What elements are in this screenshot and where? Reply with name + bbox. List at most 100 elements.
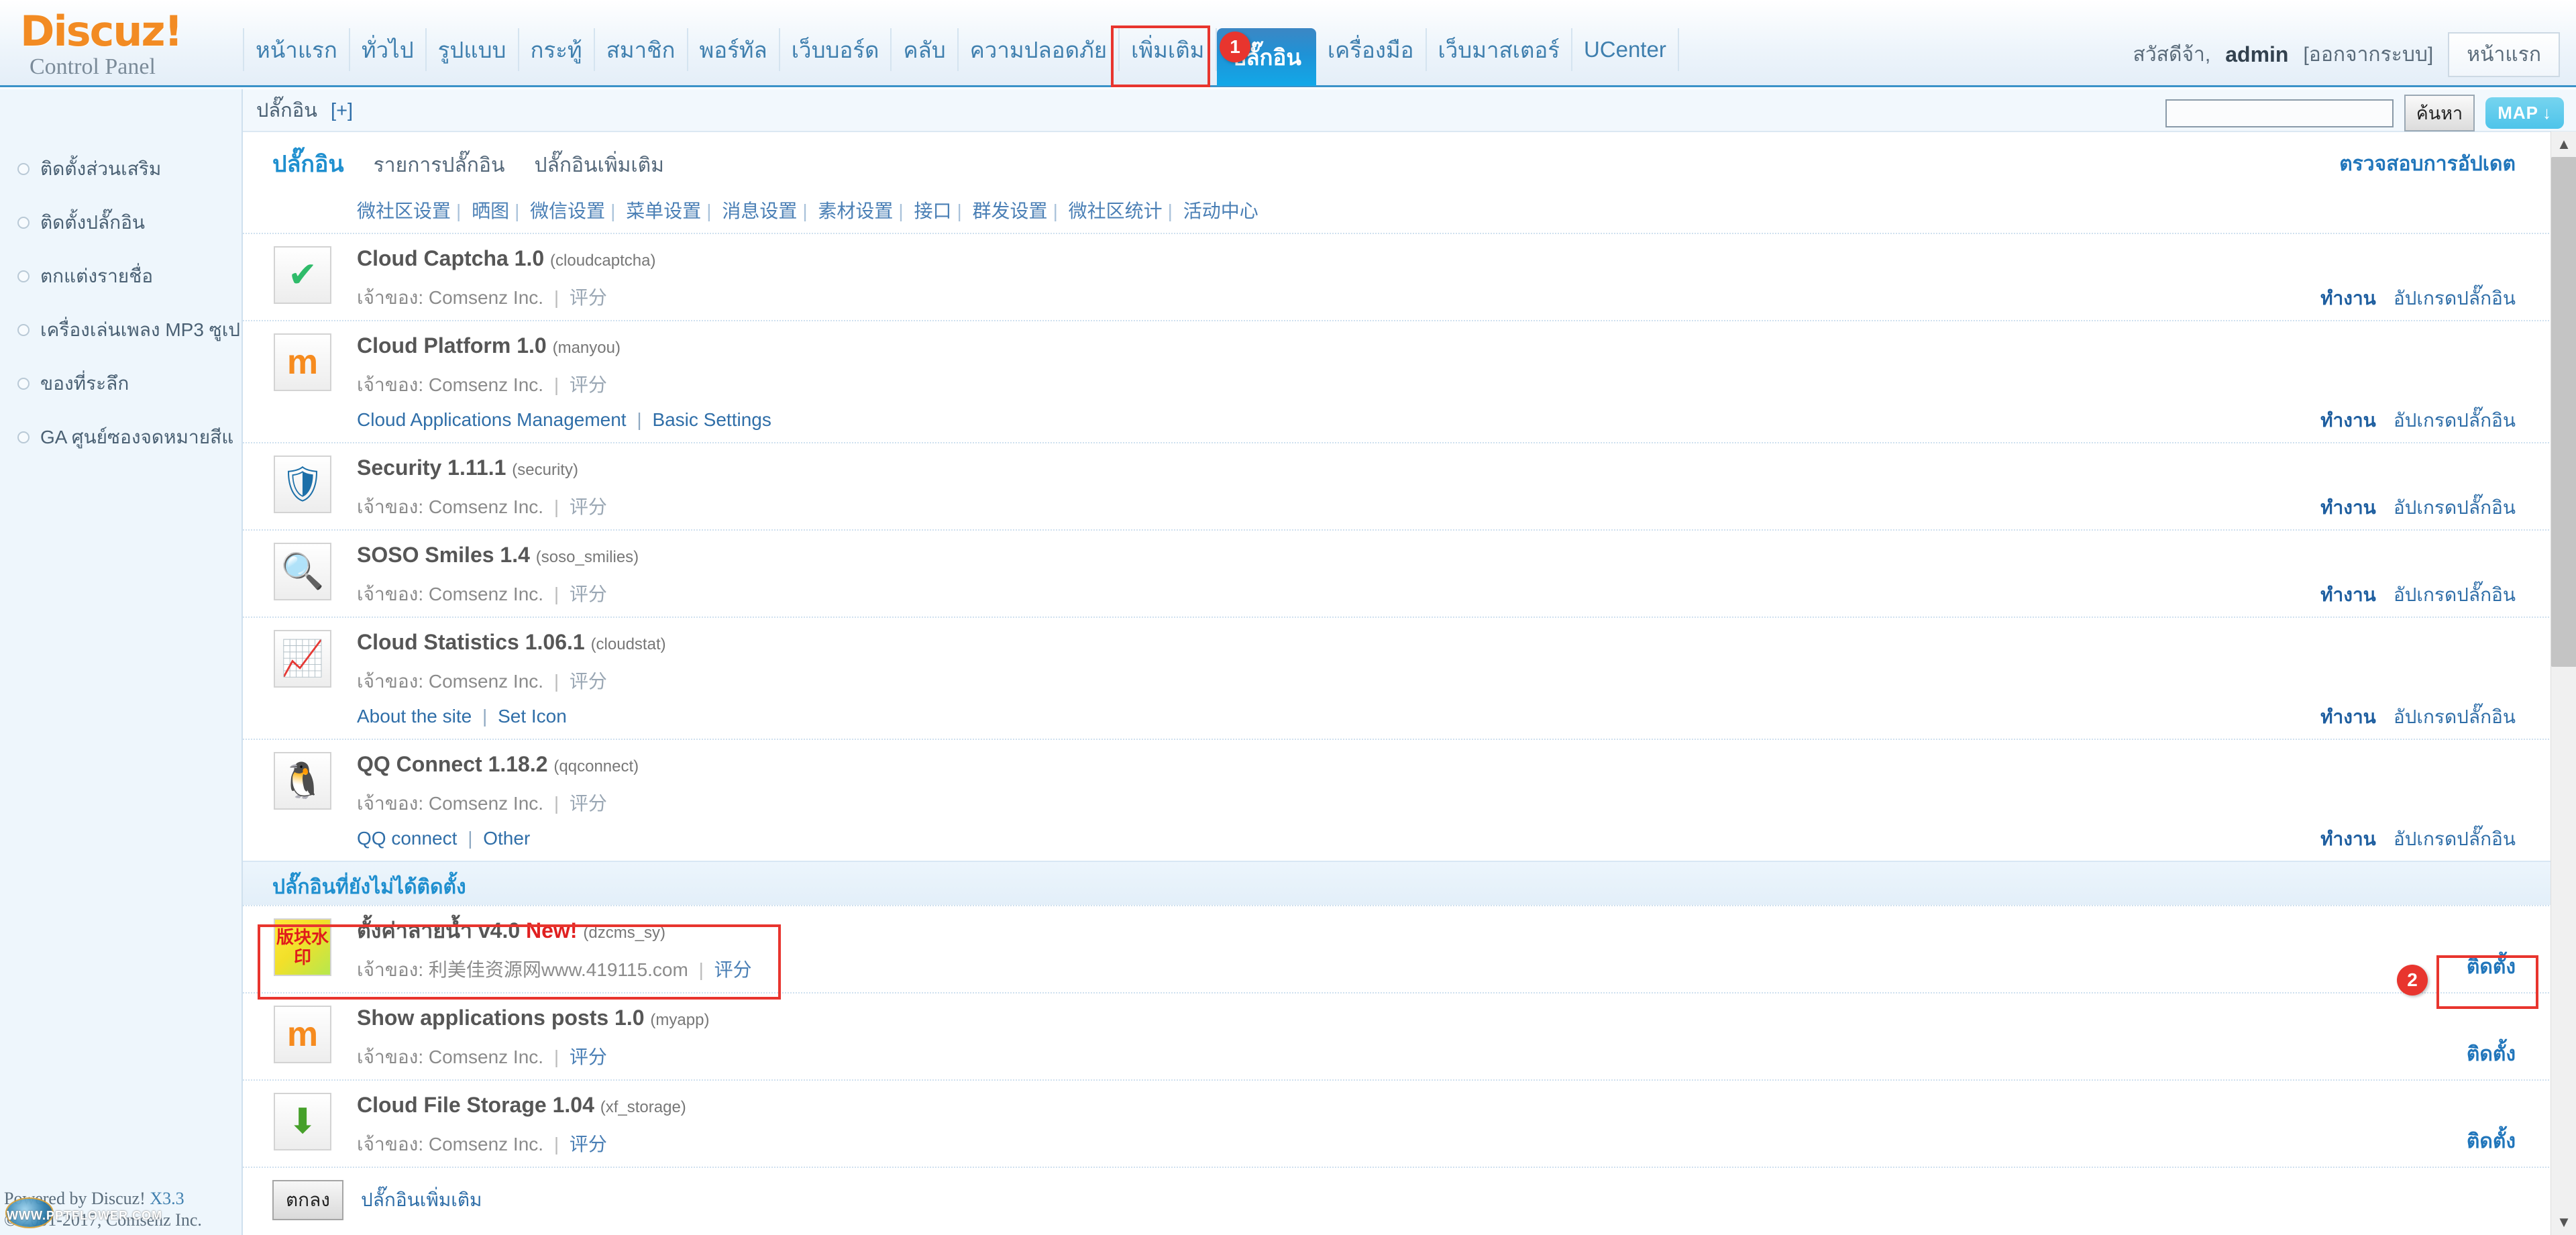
nav-item-forum[interactable]: เว็บบอร์ด [780, 28, 892, 71]
main-content: ปลั๊กอิน รายการปลั๊กอิน ปลั๊กอินเพิ่มเติ… [243, 133, 2563, 1235]
sublink-interface[interactable]: 接口 [914, 201, 951, 221]
check-update-link[interactable]: ตรวจสอบการอัปเดต [2339, 148, 2516, 180]
owner-label: เจ้าของ: [357, 374, 424, 395]
plugin-title: Show applications posts 1.0 (myapp) [357, 1003, 2563, 1035]
rate-link[interactable]: 评分 [570, 584, 607, 604]
nav-item-portal[interactable]: พอร์ทัล [688, 28, 780, 71]
radio-bullet-icon [17, 431, 30, 443]
sidebar-item-install-plugin[interactable]: ติดตั้งปลั๊กอิน [0, 206, 241, 239]
sidebar-item-mp3-player[interactable]: เครื่องเล่นเพลง MP3 ซูเป [0, 313, 241, 347]
scrollbar-thumb[interactable] [2551, 157, 2576, 667]
search-button[interactable]: ค้นหา [2404, 95, 2475, 131]
install-button[interactable]: ติดตั้ง [2467, 1038, 2516, 1070]
plugin-row: ✔ Cloud Captcha 1.0 (cloudcaptcha) เจ้าข… [243, 233, 2563, 320]
plugin-meta: เจ้าของ: Comsenz Inc. | 评分 [357, 584, 607, 604]
plugin-link-about-the-site[interactable]: About the site [357, 706, 472, 727]
annotation-step-badge-2: 2 [2397, 965, 2428, 996]
admin-control-panel-page: Discuz! Control Panel หน้าแรก ทั่วไป รูป… [0, 0, 2576, 1235]
plugin-link-other[interactable]: Other [483, 828, 530, 849]
upgrade-link[interactable]: อัปเกรดปลั๊กอิน [2394, 493, 2516, 523]
upgrade-link[interactable]: อัปเกรดปลั๊กอิน [2394, 824, 2516, 854]
scroll-down-arrow-icon[interactable]: ▼ [2551, 1210, 2576, 1235]
vertical-scrollbar[interactable]: ▲ ▼ [2551, 131, 2576, 1235]
nav-item-home[interactable]: หน้าแรก [243, 28, 350, 71]
install-button[interactable]: ติดตั้ง [2467, 1126, 2516, 1157]
nav-item-style[interactable]: รูปแบบ [427, 28, 519, 71]
search-input[interactable] [2165, 99, 2394, 127]
tab-more-plugins[interactable]: ปลั๊กอินเพิ่มเติม [534, 150, 663, 181]
plugin-row: 🔍 SOSO Smiles 1.4 (soso_smilies) เจ้าของ… [243, 529, 2563, 616]
plugin-link-qq-connect[interactable]: QQ connect [357, 828, 457, 849]
plugin-actions: ทำงาน อัปเกรดปลั๊กอิน [2320, 284, 2516, 313]
ok-button[interactable]: ตกลง [272, 1180, 343, 1220]
enable-link[interactable]: ทำงาน [2320, 580, 2376, 610]
sidebar-item-souvenir[interactable]: ของที่ระลึก [0, 367, 241, 400]
sublink-activity-center[interactable]: 活动中心 [1183, 201, 1258, 221]
enable-link[interactable]: ทำงาน [2320, 406, 2376, 435]
breadcrumb-expand-link[interactable]: [+] [331, 100, 353, 121]
nav-item-members[interactable]: สมาชิก [595, 28, 688, 71]
nav-item-group[interactable]: คลับ [892, 28, 959, 71]
sublink-weixin-settings[interactable]: 微信设置 [530, 201, 605, 221]
rate-link[interactable]: 评分 [570, 793, 607, 814]
plugin-identifier: (cloudcaptcha) [550, 252, 656, 270]
bottom-action-bar: ตกลง ปลั๊กอินเพิ่มเติม [243, 1167, 2563, 1232]
nav-label: เครื่องมือ [1327, 37, 1414, 62]
discuz-logo[interactable]: Discuz! Control Panel [20, 9, 241, 85]
enable-link[interactable]: ทำงาน [2320, 493, 2376, 523]
upgrade-link[interactable]: อัปเกรดปลั๊กอิน [2394, 702, 2516, 732]
nav-item-general[interactable]: ทั่วไป [350, 28, 427, 71]
upgrade-link[interactable]: อัปเกรดปลั๊กอิน [2394, 580, 2516, 610]
sidebar-item-install-addon[interactable]: ติดตั้งส่วนเสริม [0, 152, 241, 186]
sublink-weishequ-stats[interactable]: 微社区统计 [1069, 201, 1163, 221]
install-button[interactable]: ติดตั้ง [2467, 951, 2516, 983]
breadcrumb-current: ปลั๊กอิน [256, 100, 317, 121]
logout-link[interactable]: [ออกจากระบบ] [2303, 39, 2433, 70]
sublink-mass-send-settings[interactable]: 群发设置 [973, 201, 1048, 221]
sublink-material-settings[interactable]: 素材设置 [818, 201, 893, 221]
plugin-identifier: (myapp) [650, 1011, 710, 1029]
nav-label: กระทู้ [530, 37, 582, 62]
sublink-message-settings[interactable]: 消息设置 [722, 201, 797, 221]
nav-item-threads[interactable]: กระทู้ [519, 28, 595, 71]
more-plugins-link[interactable]: ปลั๊กอินเพิ่มเติม [361, 1185, 482, 1215]
rate-link[interactable]: 评分 [570, 671, 607, 692]
rate-link[interactable]: 评分 [714, 959, 752, 980]
plugin-new-tag: New! [526, 918, 578, 943]
rate-link[interactable]: 评分 [570, 1046, 607, 1067]
nav-label: ความปลอดภัย [969, 37, 1108, 62]
tab-plugin-list[interactable]: รายการปลั๊กอิน [374, 150, 505, 181]
nav-item-security[interactable]: ความปลอดภัย [959, 28, 1120, 71]
plugin-link-basic-settings[interactable]: Basic Settings [652, 409, 771, 430]
nav-item-tools[interactable]: เครื่องมือ [1316, 28, 1427, 71]
plugin-row: m Cloud Platform 1.0 (manyou) เจ้าของ: C… [243, 320, 2563, 442]
enable-link[interactable]: ทำงาน [2320, 824, 2376, 854]
enable-link[interactable]: ทำงาน [2320, 284, 2376, 313]
rate-link[interactable]: 评分 [570, 496, 607, 517]
enable-link[interactable]: ทำงาน [2320, 702, 2376, 732]
rate-link[interactable]: 评分 [570, 287, 607, 308]
sublink-weishequ-settings[interactable]: 微社区设置 [357, 201, 451, 221]
plugin-link-cloud-apps-management[interactable]: Cloud Applications Management [357, 409, 627, 430]
plugin-title: Cloud Platform 1.0 (manyou) [357, 331, 2563, 363]
scroll-up-arrow-icon[interactable]: ▲ [2551, 131, 2576, 157]
plugin-identifier: (qqconnect) [553, 757, 639, 775]
nav-item-webmaster[interactable]: เว็บมาสเตอร์ [1427, 28, 1572, 71]
map-button[interactable]: MAP ↓ [2485, 97, 2564, 129]
greeting-text: สวัสดีจ้า, [2133, 44, 2211, 66]
sidebar-item-label: ติดตั้งส่วนเสริม [40, 158, 162, 179]
upgrade-link[interactable]: อัปเกรดปลั๊กอิน [2394, 284, 2516, 313]
home-button[interactable]: หน้าแรก [2448, 32, 2560, 77]
nav-item-ucenter[interactable]: UCenter [1572, 28, 1679, 71]
nav-item-extended[interactable]: เพิ่มเติม [1120, 28, 1218, 71]
sidebar-item-decorate-list[interactable]: ตกแต่งรายชื่อ [0, 260, 241, 293]
sidebar-item-ga-envelope[interactable]: GA ศูนย์ซองจดหมายสีแ [0, 421, 241, 454]
plugin-link-set-icon[interactable]: Set Icon [498, 706, 567, 727]
rate-link[interactable]: 评分 [570, 1134, 607, 1155]
manyou-m-icon: m [274, 333, 331, 391]
sublink-menu-settings[interactable]: 菜单设置 [626, 201, 701, 221]
tab-plugins[interactable]: ปลั๊กอิน [272, 146, 344, 182]
rate-link[interactable]: 评分 [570, 374, 607, 395]
sublink-shaitu[interactable]: 晒图 [472, 201, 509, 221]
upgrade-link[interactable]: อัปเกรดปลั๊กอิน [2394, 406, 2516, 435]
